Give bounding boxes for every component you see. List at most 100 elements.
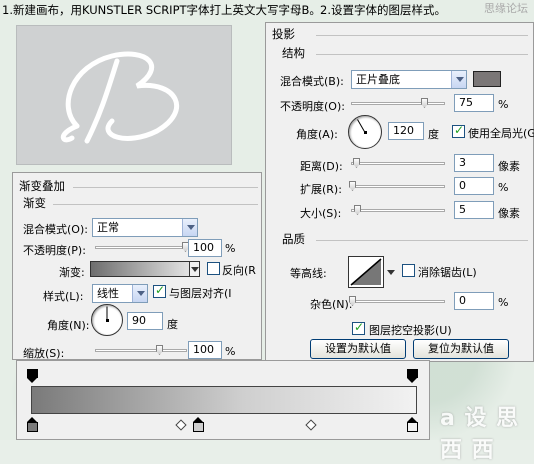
align-layer-checkbox[interactable]: [153, 283, 166, 298]
style-label: 样式(L):: [43, 290, 84, 303]
distance-unit: 像素: [498, 160, 520, 173]
gradient-overlay-title: 渐变叠加: [19, 179, 65, 193]
anti-alias-checkbox[interactable]: [402, 264, 415, 277]
noise-input[interactable]: 0: [454, 292, 494, 310]
reverse-label: 反向(R: [222, 264, 256, 277]
drop-shadow-title: 投影: [272, 27, 295, 41]
gradient-opacity-input[interactable]: 100: [188, 239, 222, 257]
color-stop-swatch: [193, 422, 204, 432]
angle-label: 角度(A):: [296, 128, 338, 141]
gradient-overlay-panel: 渐变叠加 渐变 混合模式(O): 正常 不透明度(P): 100 % 渐变: 反…: [12, 172, 262, 360]
opacity-stop-left[interactable]: [27, 369, 38, 383]
step1-caption: 1.新建画布，用KUNSTLER SCRIPT字体打上英文大写字母B。: [2, 3, 321, 17]
noise-slider[interactable]: [349, 296, 445, 306]
knockout-checkbox[interactable]: [352, 320, 365, 335]
angle-input[interactable]: 120: [388, 122, 424, 140]
step2-caption: 2.设置字体的图层样式。: [320, 3, 446, 17]
size-slider-thumb[interactable]: [354, 205, 361, 215]
gradient-angle-input[interactable]: 90: [127, 312, 163, 330]
gradient-blend-mode-select[interactable]: 正常: [92, 218, 198, 237]
divider: [73, 187, 258, 188]
global-light-label: 使用全局光(G): [468, 127, 534, 140]
size-label: 大小(S):: [300, 207, 342, 220]
align-layer-label: 与图层对齐(I: [169, 287, 232, 300]
structure-group-title: 结构: [282, 46, 305, 60]
opacity-unit: %: [498, 98, 509, 111]
color-stop-right[interactable]: [407, 417, 418, 433]
contour-dropdown[interactable]: [386, 256, 396, 288]
gradient-dropdown[interactable]: [189, 261, 200, 277]
size-unit: 像素: [498, 207, 520, 220]
spread-slider-thumb[interactable]: [349, 181, 356, 191]
opacity-input[interactable]: 75: [454, 94, 494, 112]
gradient-angle-dial[interactable]: [91, 304, 123, 336]
gradient-bar[interactable]: [31, 386, 417, 414]
opacity-stop-pointer: [27, 378, 37, 383]
size-input[interactable]: 5: [454, 201, 494, 219]
opacity-slider-thumb[interactable]: [421, 98, 428, 108]
blend-mode-select[interactable]: 正片叠底: [351, 70, 467, 89]
color-stop-middle[interactable]: [193, 417, 204, 433]
gradient-angle-unit: 度: [167, 318, 178, 331]
opacity-stop-marker: [27, 369, 38, 378]
canvas-preview: B: [16, 25, 232, 165]
scale-label: 缩放(S):: [23, 347, 65, 360]
gradient-opacity-slider[interactable]: [95, 242, 189, 252]
opacity-label: 不透明度(O):: [280, 100, 345, 113]
noise-unit: %: [498, 296, 509, 309]
spread-slider[interactable]: [349, 181, 445, 191]
gradient-preview-swatch[interactable]: [90, 261, 200, 277]
scale-slider-thumb[interactable]: [156, 345, 163, 355]
anti-alias-label: 消除锯齿(L): [418, 266, 477, 279]
chevron-down-icon: [191, 267, 199, 272]
chevron-down-icon: [182, 219, 197, 236]
color-stop-swatch: [407, 422, 418, 432]
scale-unit: %: [225, 345, 236, 358]
divider: [316, 240, 528, 241]
blend-mode-label: 混合模式(O):: [23, 223, 88, 236]
distance-slider[interactable]: [351, 158, 445, 168]
blend-mode-value: 正片叠底: [356, 73, 400, 86]
distance-input[interactable]: 3: [454, 154, 494, 172]
contour-picker[interactable]: [348, 256, 384, 288]
spread-unit: %: [498, 181, 509, 194]
color-stop-swatch: [27, 422, 38, 432]
angle-dial[interactable]: [348, 115, 382, 149]
opacity-stop-marker: [407, 369, 418, 378]
style-value: 线性: [97, 287, 119, 300]
opacity-stop-pointer: [407, 378, 417, 383]
drop-shadow-panel: 投影 结构 混合模式(B): 正片叠底 不透明度(O): 75 % 角度(A):…: [265, 22, 534, 362]
divider: [316, 54, 528, 55]
opacity-slider[interactable]: [351, 98, 445, 108]
reset-default-button[interactable]: 复位为默认值: [413, 339, 509, 359]
chevron-down-icon: [451, 71, 466, 88]
color-stop-left[interactable]: [27, 417, 38, 433]
noise-label: 杂色(N):: [310, 298, 353, 311]
gradient-angle-center: [106, 319, 109, 322]
shadow-color-swatch[interactable]: [473, 71, 501, 87]
canvas-letter-text: B: [217, 155, 218, 157]
gradient-angle-label: 角度(N):: [47, 319, 90, 332]
spread-input[interactable]: 0: [454, 177, 494, 195]
style-select[interactable]: 线性: [92, 284, 148, 303]
midpoint-diamond-left[interactable]: [175, 419, 187, 431]
gradient-label: 渐变:: [59, 266, 85, 279]
scale-input[interactable]: 100: [188, 341, 222, 359]
size-slider[interactable]: [351, 205, 445, 215]
gradient-blend-mode-value: 正常: [97, 221, 119, 234]
global-light-checkbox[interactable]: [452, 123, 465, 138]
divider: [316, 35, 528, 36]
distance-slider-thumb[interactable]: [353, 158, 360, 168]
corner-watermark: 思缘论坛: [484, 2, 528, 15]
chevron-down-icon: [132, 285, 147, 302]
make-default-button[interactable]: 设置为默认值: [310, 339, 406, 359]
gradient-editor: [16, 360, 430, 440]
gradient-opacity-unit: %: [225, 242, 236, 255]
divider: [53, 204, 258, 205]
chevron-down-icon: [387, 270, 395, 275]
midpoint-diamond-right[interactable]: [305, 419, 317, 431]
contour-label: 等高线:: [290, 267, 327, 280]
scale-slider[interactable]: [95, 345, 187, 355]
opacity-stop-right[interactable]: [407, 369, 418, 383]
reverse-checkbox[interactable]: [207, 262, 220, 275]
